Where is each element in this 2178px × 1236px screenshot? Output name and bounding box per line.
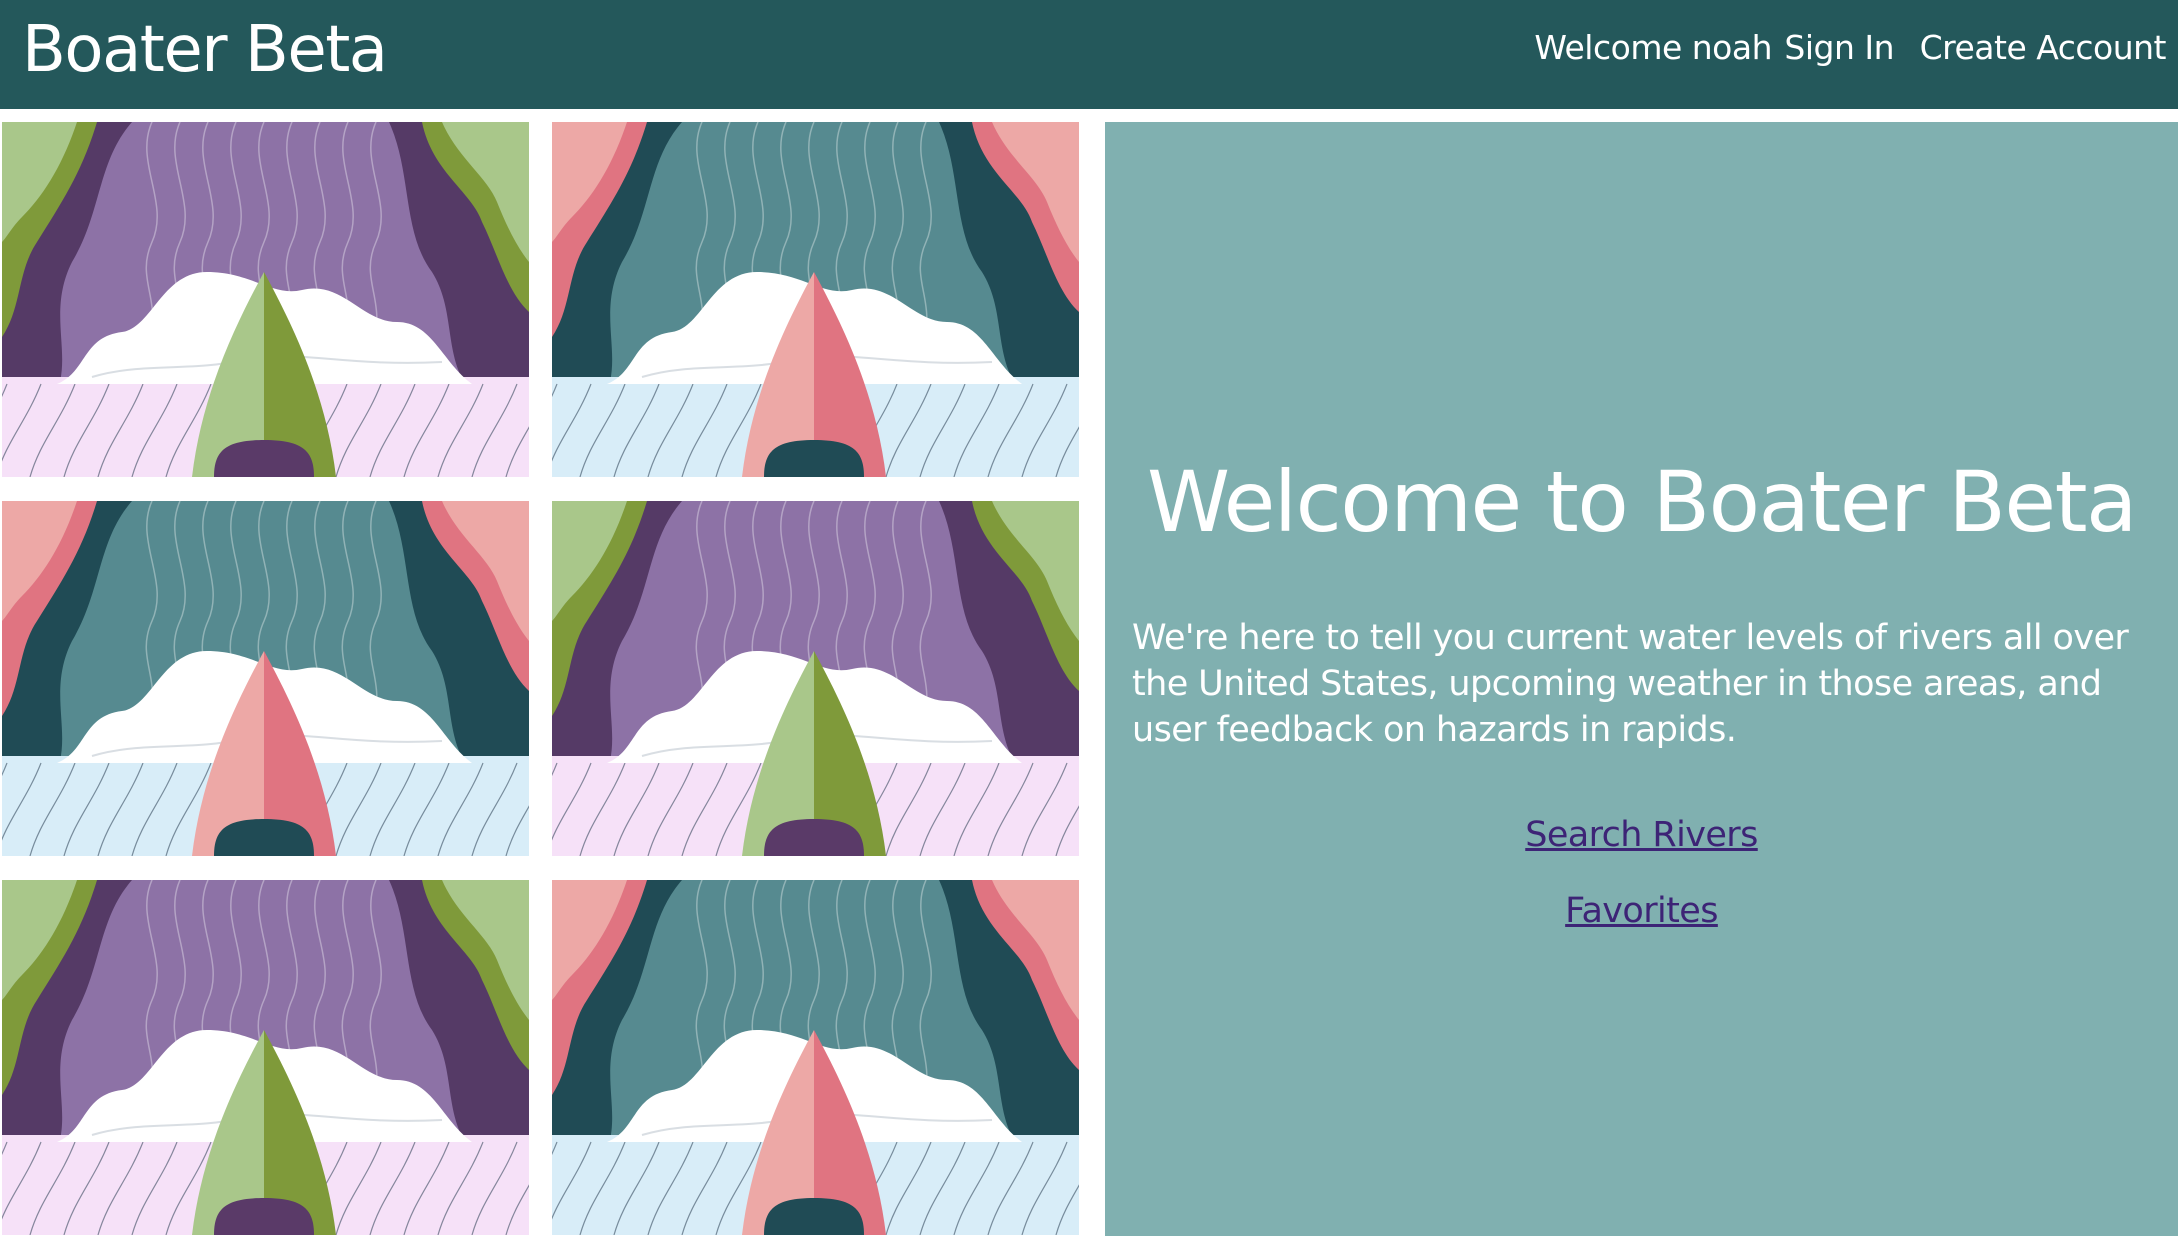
river-illustration-tile xyxy=(2,880,529,1235)
river-scene-icon xyxy=(552,880,1079,1235)
welcome-description: We're here to tell you current water lev… xyxy=(1132,618,2129,750)
welcome-panel: Welcome to Boater Beta We're here to tel… xyxy=(1105,122,2178,1236)
top-navbar: Boater Beta Welcome noah Sign In Create … xyxy=(0,0,2178,109)
river-scene-icon xyxy=(2,122,529,477)
welcome-user-text: Welcome noah xyxy=(1534,28,1772,67)
river-scene-icon xyxy=(552,122,1079,477)
river-illustration-tile xyxy=(552,501,1079,856)
river-illustration-tile xyxy=(2,122,529,477)
river-illustration-tile xyxy=(552,880,1079,1235)
sign-in-link[interactable]: Sign In xyxy=(1784,26,1894,70)
create-account-link[interactable]: Create Account xyxy=(1920,26,2167,70)
search-rivers-link[interactable]: Search Rivers xyxy=(1105,812,2178,858)
river-illustration-tile xyxy=(552,122,1079,477)
river-scene-icon xyxy=(2,501,529,856)
welcome-heading: Welcome to Boater Beta xyxy=(1146,453,2138,551)
river-illustration-tile xyxy=(2,501,529,856)
river-scene-icon xyxy=(552,501,1079,856)
brand-title[interactable]: Boater Beta xyxy=(22,10,388,90)
river-scene-icon xyxy=(2,880,529,1235)
favorites-link[interactable]: Favorites xyxy=(1105,888,2178,934)
illustration-grid xyxy=(0,122,1081,1236)
